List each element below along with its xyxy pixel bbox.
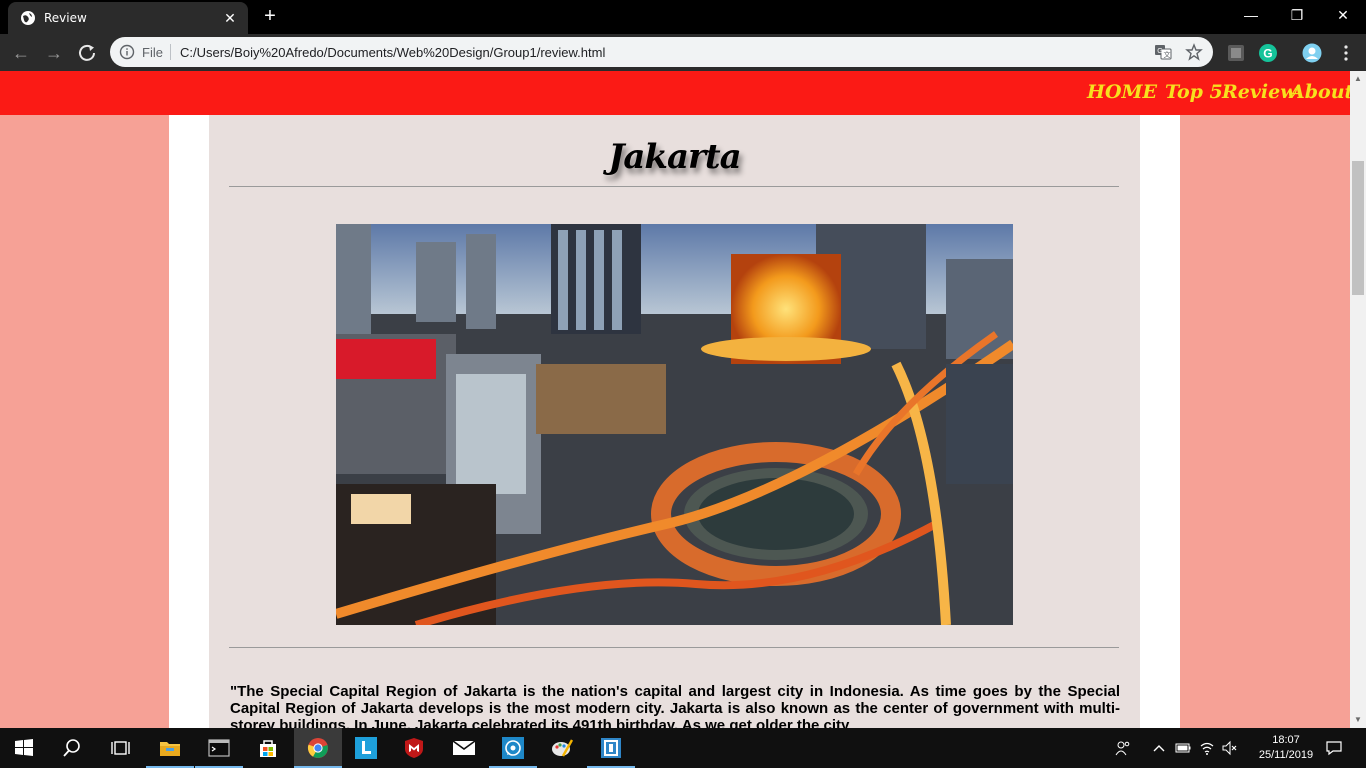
tab-title: Review — [44, 11, 87, 25]
start-icon[interactable] — [0, 728, 48, 768]
svg-text:G: G — [1263, 47, 1272, 61]
tab-close-icon[interactable]: ✕ — [220, 8, 240, 28]
reload-icon[interactable] — [73, 39, 101, 67]
close-window-button[interactable]: ✕ — [1320, 0, 1366, 32]
forward-arrow-icon[interactable]: → — [40, 39, 68, 67]
clock-date: 25/11/2019 — [1258, 749, 1314, 761]
new-tab-button[interactable]: + — [258, 5, 282, 29]
restore-button[interactable]: ❐ — [1274, 0, 1320, 32]
volume-muted-icon[interactable] — [1222, 740, 1238, 756]
minimize-button[interactable]: — — [1228, 0, 1274, 32]
l-app-icon[interactable] — [342, 728, 390, 768]
review-paragraph: "The Special Capital Region of Jakarta i… — [230, 683, 1120, 728]
scroll-up-icon[interactable]: ▲ — [1350, 71, 1366, 87]
site-navbar: HOME Top 5 Review About Us — [0, 71, 1350, 115]
url-scheme-label: File — [142, 45, 163, 60]
chrome-icon[interactable] — [294, 728, 342, 768]
profile-avatar-icon[interactable] — [1302, 43, 1322, 63]
back-arrow-icon[interactable]: ← — [7, 39, 35, 67]
nav-top5-link[interactable]: Top 5 — [1165, 81, 1223, 103]
mail-icon[interactable] — [440, 728, 488, 768]
address-bar[interactable]: File C:/Users/Boiy%20Afredo/Documents/We… — [110, 37, 1213, 67]
store-icon[interactable] — [244, 728, 292, 768]
tab-strip: Review ✕ + — ❐ ✕ — [0, 0, 1366, 34]
clock-time: 18:07 — [1272, 734, 1300, 746]
vertical-scrollbar[interactable]: ▲ ▼ — [1350, 71, 1366, 728]
notification-icon[interactable] — [1325, 739, 1343, 757]
chevron-up-icon[interactable] — [1151, 740, 1167, 756]
browser-tab[interactable]: Review ✕ — [8, 2, 248, 34]
nav-review-link[interactable]: Review — [1222, 81, 1297, 103]
nav-home-link[interactable]: HOME — [1087, 81, 1157, 103]
review-content: Jakarta "The Special Capital Region of J… — [209, 115, 1140, 728]
frame-app-icon[interactable] — [587, 728, 635, 768]
bookmark-star-icon[interactable] — [1185, 43, 1203, 61]
globe-icon — [21, 11, 35, 25]
page-viewport: HOME Top 5 Review About Us Jakarta — [0, 71, 1350, 728]
divider — [229, 186, 1119, 187]
svg-text:文: 文 — [1164, 50, 1171, 59]
page-title: Jakarta — [608, 137, 741, 177]
task-view-icon[interactable] — [96, 728, 144, 768]
mcafee-icon[interactable] — [390, 728, 438, 768]
scroll-thumb[interactable] — [1352, 161, 1364, 295]
url-divider — [170, 44, 171, 60]
jakarta-photo — [336, 224, 1013, 625]
battery-icon[interactable] — [1175, 740, 1191, 756]
people-icon[interactable] — [1115, 740, 1131, 756]
system-clock[interactable]: 18:07 25/11/2019 — [1254, 733, 1318, 763]
svg-text:G: G — [1157, 48, 1162, 55]
divider — [229, 647, 1119, 648]
whatsapp-icon[interactable] — [489, 728, 537, 768]
windows-taskbar: 18:07 25/11/2019 — [0, 728, 1366, 768]
browser-toolbar: ← → File C:/Users/Boiy%20Afredo/Document… — [0, 34, 1366, 71]
scroll-down-icon[interactable]: ▼ — [1350, 712, 1366, 728]
translate-icon[interactable]: G 文 — [1154, 43, 1172, 61]
info-icon[interactable] — [119, 44, 135, 60]
menu-dots-icon[interactable] — [1336, 43, 1356, 63]
grammarly-icon[interactable]: G — [1258, 43, 1278, 63]
search-icon[interactable] — [48, 728, 96, 768]
terminal-icon[interactable] — [195, 728, 243, 768]
url-text[interactable]: C:/Users/Boiy%20Afredo/Documents/Web%20D… — [180, 45, 605, 60]
nav-about-link[interactable]: About Us — [1290, 81, 1350, 103]
wifi-icon[interactable] — [1199, 740, 1215, 756]
file-explorer-icon[interactable] — [146, 728, 194, 768]
paint-icon[interactable] — [538, 728, 586, 768]
extension-icon[interactable] — [1226, 43, 1246, 63]
